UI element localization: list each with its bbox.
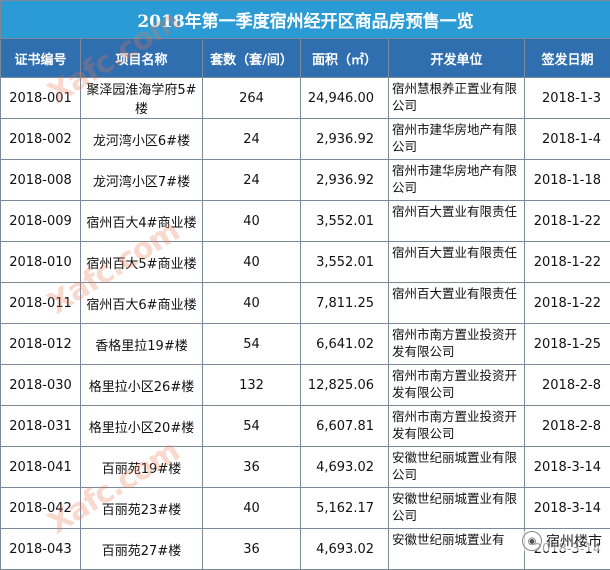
- cell-dev: 安徽世纪丽城置业有限公司: [389, 447, 525, 488]
- cell-cert: 2018-042: [1, 488, 81, 529]
- cell-area: 12,825.06: [301, 365, 389, 406]
- cell-cert: 2018-030: [1, 365, 81, 406]
- table-row: 2018-010宿州百大5#商业楼403,552.01宿州百大置业有限责任201…: [1, 242, 610, 283]
- cell-area: 2,936.92: [301, 119, 389, 160]
- cell-dev: 宿州市南方置业投资开发有限公司: [389, 365, 525, 406]
- cell-dev: 宿州慧根养正置业有限公司: [389, 78, 525, 119]
- cell-name: 宿州百大4#商业楼: [81, 201, 203, 242]
- cell-dev: 宿州市建华房地产有限公司: [389, 119, 525, 160]
- cell-dev: 宿州市南方置业投资开发有限公司: [389, 406, 525, 447]
- cell-count: 40: [203, 283, 301, 324]
- cell-date: 2018-1-25: [525, 324, 610, 365]
- cell-date: 2018-2-8: [525, 406, 610, 447]
- table-row: 2018-031格里拉小区20#楼546,607.81宿州市南方置业投资开发有限…: [1, 406, 610, 447]
- table-row: 2018-008龙河湾小区7#楼242,936.92宿州市建华房地产有限公司20…: [1, 160, 610, 201]
- cell-name: 聚泽园淮海学府5#楼: [81, 78, 203, 119]
- presale-table: 2018年第一季度宿州经开区商品房预售一览 证书编号 项目名称 套数（套/间） …: [0, 0, 610, 570]
- cell-area: 4,693.02: [301, 529, 389, 570]
- table-row: 2018-001聚泽园淮海学府5#楼26424,946.00宿州慧根养正置业有限…: [1, 78, 610, 119]
- table-row: 2018-042百丽苑23#楼405,162.17安徽世纪丽城置业有限公司201…: [1, 488, 610, 529]
- cell-name: 百丽苑27#楼: [81, 529, 203, 570]
- table-row: 2018-043百丽苑27#楼364,693.02安徽世纪丽城置业有2018-3…: [1, 529, 610, 570]
- table-row: 2018-011宿州百大6#商业楼407,811.25宿州百大置业有限责任201…: [1, 283, 610, 324]
- cell-area: 3,552.01: [301, 242, 389, 283]
- cell-name: 龙河湾小区6#楼: [81, 119, 203, 160]
- cell-area: 6,607.81: [301, 406, 389, 447]
- cell-date: 2018-3-14: [525, 488, 610, 529]
- cell-count: 36: [203, 447, 301, 488]
- cell-date: 2018-1-22: [525, 242, 610, 283]
- cell-cert: 2018-043: [1, 529, 81, 570]
- header-row: 证书编号 项目名称 套数（套/间） 面积（㎡） 开发单位 签发日期: [1, 39, 610, 78]
- cell-name: 宿州百大6#商业楼: [81, 283, 203, 324]
- table-row: 2018-041百丽苑19#楼364,693.02安徽世纪丽城置业有限公司201…: [1, 447, 610, 488]
- cell-date: 2018-1-22: [525, 201, 610, 242]
- header-area: 面积（㎡）: [301, 39, 389, 78]
- cell-dev: 宿州百大置业有限责任: [389, 242, 525, 283]
- header-count: 套数（套/间）: [203, 39, 301, 78]
- header-developer: 开发单位: [389, 39, 525, 78]
- cell-count: 40: [203, 201, 301, 242]
- cell-area: 5,162.17: [301, 488, 389, 529]
- cell-count: 24: [203, 160, 301, 201]
- cell-count: 54: [203, 324, 301, 365]
- header-date: 签发日期: [525, 39, 610, 78]
- cell-count: 132: [203, 365, 301, 406]
- cell-count: 264: [203, 78, 301, 119]
- cell-date: 2018-1-22: [525, 283, 610, 324]
- header-name: 项目名称: [81, 39, 203, 78]
- cell-cert: 2018-011: [1, 283, 81, 324]
- watermark-logo: ◉ 宿州楼市: [520, 531, 604, 551]
- cell-area: 7,811.25: [301, 283, 389, 324]
- cell-cert: 2018-041: [1, 447, 81, 488]
- title-row: 2018年第一季度宿州经开区商品房预售一览: [1, 1, 610, 39]
- cell-date: 2018-1-3: [525, 78, 610, 119]
- cell-count: 40: [203, 488, 301, 529]
- cell-name: 香格里拉19#楼: [81, 324, 203, 365]
- cell-cert: 2018-002: [1, 119, 81, 160]
- cell-area: 3,552.01: [301, 201, 389, 242]
- cell-count: 54: [203, 406, 301, 447]
- cell-count: 40: [203, 242, 301, 283]
- cell-dev: 宿州市建华房地产有限公司: [389, 160, 525, 201]
- cell-dev: 宿州市南方置业投资开发有限公司: [389, 324, 525, 365]
- cell-dev: 宿州百大置业有限责任: [389, 283, 525, 324]
- table-row: 2018-002龙河湾小区6#楼242,936.92宿州市建华房地产有限公司20…: [1, 119, 610, 160]
- cell-count: 36: [203, 529, 301, 570]
- cell-dev: 安徽世纪丽城置业有限公司: [389, 488, 525, 529]
- cell-date: 2018-2-8: [525, 365, 610, 406]
- watermark-logo-text: 宿州楼市: [546, 531, 602, 551]
- cell-name: 百丽苑23#楼: [81, 488, 203, 529]
- cell-name: 百丽苑19#楼: [81, 447, 203, 488]
- cell-date: 2018-1-4: [525, 119, 610, 160]
- cell-dev: 宿州百大置业有限责任: [389, 201, 525, 242]
- cell-name: 格里拉小区20#楼: [81, 406, 203, 447]
- cell-area: 6,641.02: [301, 324, 389, 365]
- header-cert: 证书编号: [1, 39, 81, 78]
- table-row: 2018-009宿州百大4#商业楼403,552.01宿州百大置业有限责任201…: [1, 201, 610, 242]
- table-row: 2018-012香格里拉19#楼546,641.02宿州市南方置业投资开发有限公…: [1, 324, 610, 365]
- cell-area: 2,936.92: [301, 160, 389, 201]
- cell-dev: 安徽世纪丽城置业有: [389, 529, 525, 570]
- table-row: 2018-030格里拉小区26#楼13212,825.06宿州市南方置业投资开发…: [1, 365, 610, 406]
- cell-cert: 2018-031: [1, 406, 81, 447]
- cell-name: 格里拉小区26#楼: [81, 365, 203, 406]
- wechat-icon: ◉: [522, 531, 542, 551]
- cell-cert: 2018-009: [1, 201, 81, 242]
- cell-cert: 2018-012: [1, 324, 81, 365]
- table-title: 2018年第一季度宿州经开区商品房预售一览: [1, 1, 610, 39]
- cell-date: 2018-3-14: [525, 447, 610, 488]
- cell-name: 宿州百大5#商业楼: [81, 242, 203, 283]
- cell-cert: 2018-010: [1, 242, 81, 283]
- cell-area: 24,946.00: [301, 78, 389, 119]
- cell-count: 24: [203, 119, 301, 160]
- cell-area: 4,693.02: [301, 447, 389, 488]
- cell-cert: 2018-001: [1, 78, 81, 119]
- cell-cert: 2018-008: [1, 160, 81, 201]
- cell-date: 2018-1-18: [525, 160, 610, 201]
- cell-name: 龙河湾小区7#楼: [81, 160, 203, 201]
